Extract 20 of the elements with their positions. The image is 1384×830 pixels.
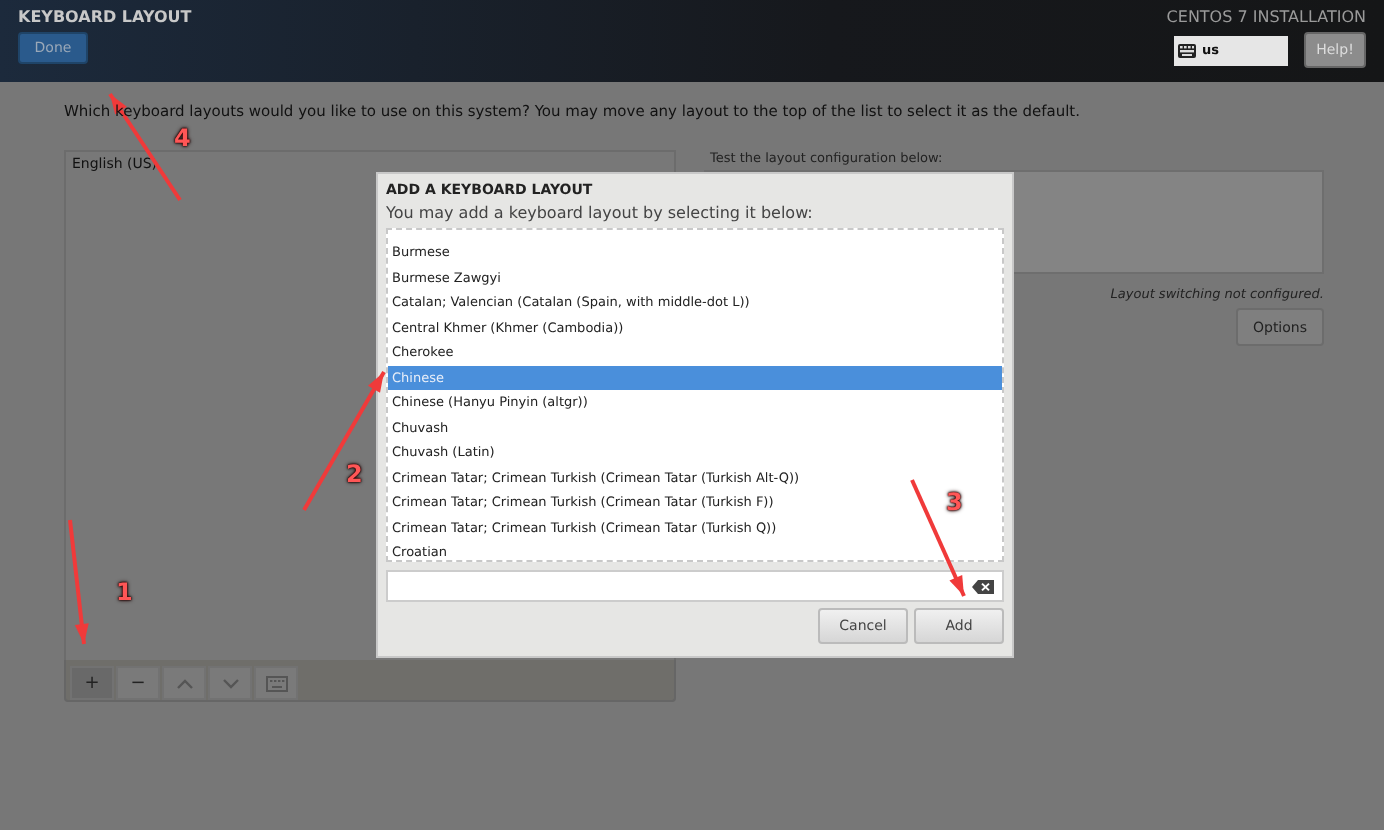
page-title: KEYBOARD LAYOUT (18, 8, 192, 26)
annotation-number: 2 (346, 462, 363, 486)
chevron-down-icon (221, 677, 239, 689)
annotation-number: 4 (174, 126, 191, 150)
annotation-number: 3 (946, 490, 963, 514)
move-down-button[interactable] (208, 666, 252, 700)
clear-icon[interactable] (972, 579, 994, 593)
annotation-arrow (68, 519, 89, 645)
annotation-arrow (910, 479, 966, 597)
dialog-subtitle: You may add a keyboard layout by selecting it below: (386, 204, 815, 222)
keyboard-icon (265, 675, 287, 691)
annotation-number: 1 (116, 580, 133, 604)
remove-layout-button[interactable]: − (116, 666, 160, 700)
search-field[interactable] (386, 570, 1004, 602)
annotation-arrow (302, 371, 386, 511)
move-up-button[interactable] (162, 666, 206, 700)
product-title: CENTOS 7 INSTALLATION (1166, 8, 1366, 26)
keyboard-preview-button[interactable] (254, 666, 298, 700)
chevron-up-icon (175, 677, 193, 689)
keyboard-icon (1178, 43, 1196, 57)
